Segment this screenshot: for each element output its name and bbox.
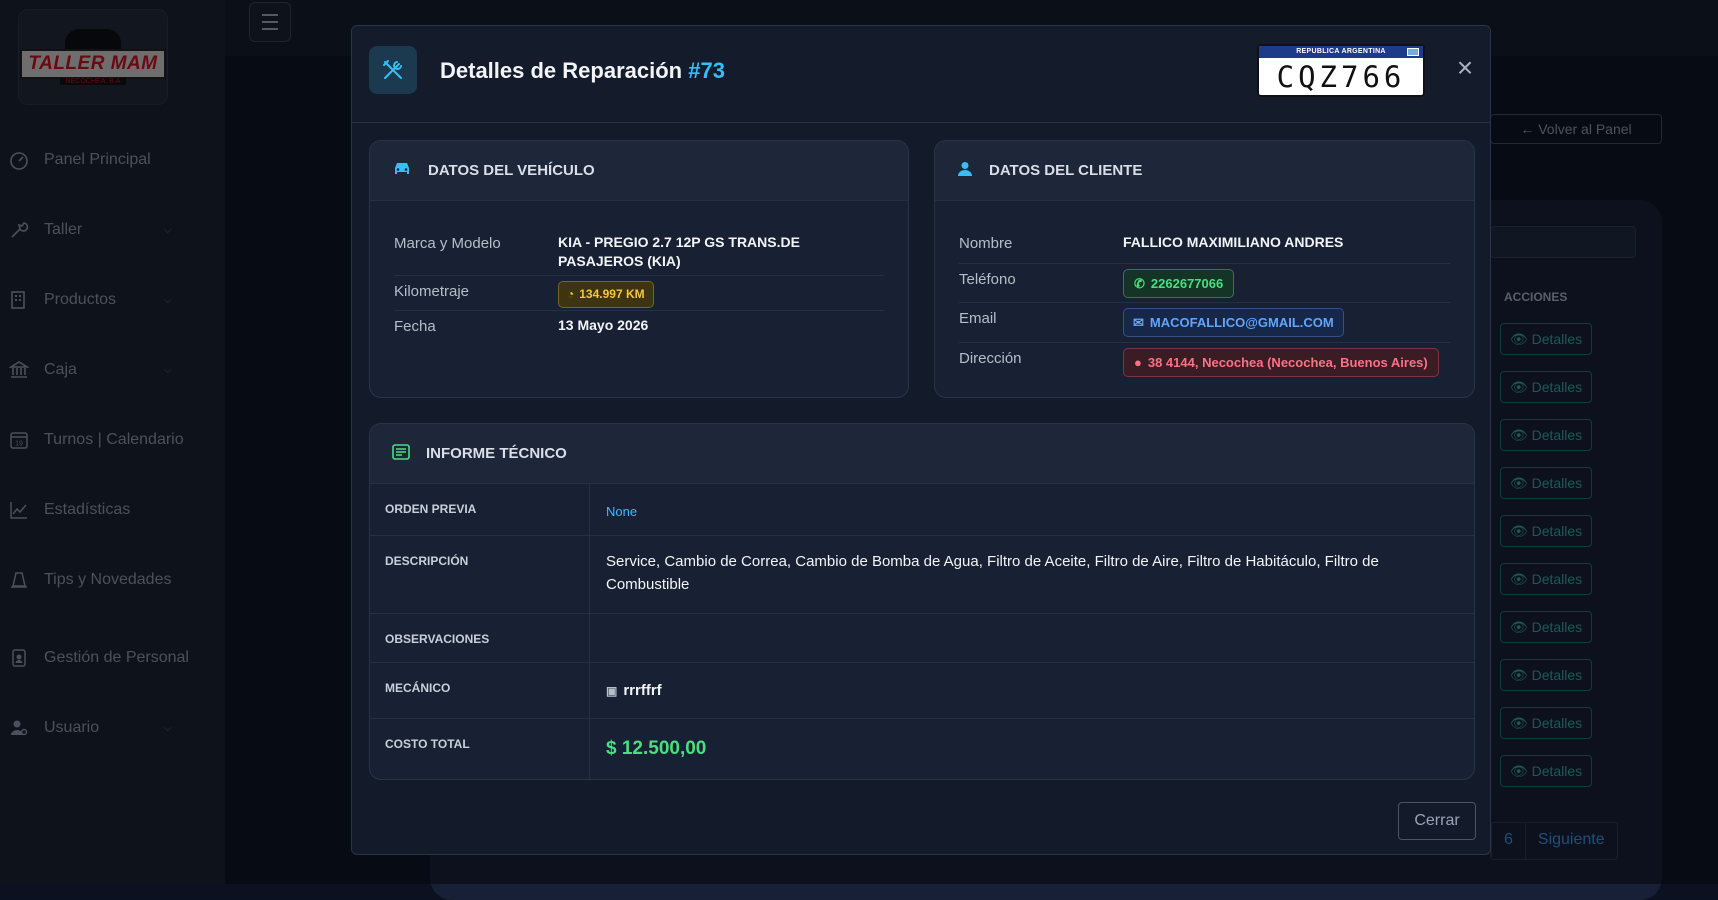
email-label: Email	[959, 304, 1123, 327]
table-row: ORDEN PREVIA None	[370, 484, 1474, 536]
plate-number: CQZ766	[1259, 58, 1423, 96]
whatsapp-icon: ✆	[1134, 274, 1145, 293]
brand-label: Marca y Modelo	[394, 229, 558, 252]
vehicle-card-header: DATOS DEL VEHÍCULO	[370, 141, 908, 201]
vehicle-card-title: DATOS DEL VEHÍCULO	[428, 162, 595, 179]
close-icon[interactable]: ×	[1452, 56, 1478, 82]
vehicle-card: DATOS DEL VEHÍCULO Marca y Modelo KIA - …	[369, 140, 909, 398]
envelope-icon: ✉	[1133, 313, 1144, 332]
report-icon	[392, 444, 410, 464]
date-row: Fecha 13 Mayo 2026	[394, 312, 884, 346]
technical-report-card: INFORME TÉCNICO ORDEN PREVIA None DESCRI…	[369, 423, 1475, 780]
license-plate: REPUBLICA ARGENTINA CQZ766	[1257, 44, 1425, 97]
km-badge: ◔134.997 KM	[558, 281, 654, 308]
observations-value	[590, 614, 1474, 662]
prev-order-value: None	[606, 504, 637, 519]
modal-header: Detalles de Reparación #73 REPUBLICA ARG…	[352, 26, 1490, 123]
modal-title-text: Detalles de Reparación	[440, 58, 682, 83]
map-pin-icon: ●	[1134, 353, 1142, 372]
name-label: Nombre	[959, 229, 1123, 252]
user-icon	[957, 161, 973, 181]
table-row: OBSERVACIONES	[370, 614, 1474, 663]
table-row: DESCRIPCIÓN Service, Cambio de Correa, C…	[370, 536, 1474, 614]
cost-label: COSTO TOTAL	[370, 719, 590, 780]
brand-row: Marca y Modelo KIA - PREGIO 2.7 12P GS T…	[394, 229, 884, 276]
address-link[interactable]: ●38 4144, Necochea (Necochea, Buenos Air…	[1123, 348, 1439, 377]
modal-title: Detalles de Reparación #73	[440, 58, 725, 84]
close-button[interactable]: Cerrar	[1398, 802, 1476, 840]
name-row: Nombre FALLICO MAXIMILIANO ANDRES	[959, 229, 1450, 264]
prev-order-label: ORDEN PREVIA	[370, 484, 590, 535]
phone-label: Teléfono	[959, 265, 1123, 288]
observations-label: OBSERVACIONES	[370, 614, 590, 662]
phone-row: Teléfono ✆2262677066	[959, 265, 1450, 303]
address-label: Dirección	[959, 344, 1123, 367]
client-card-header: DATOS DEL CLIENTE	[935, 141, 1474, 201]
id-card-icon: ▣	[606, 684, 617, 698]
brand-value: KIA - PREGIO 2.7 12P GS TRANS.DE PASAJER…	[558, 229, 884, 271]
address-row: Dirección ●38 4144, Necochea (Necochea, …	[959, 344, 1450, 382]
date-value: 13 Mayo 2026	[558, 312, 884, 335]
mechanic-label: MECÁNICO	[370, 663, 590, 718]
km-label: Kilometraje	[394, 277, 558, 300]
plate-country: REPUBLICA ARGENTINA	[1259, 46, 1423, 58]
email-row: Email ✉MACOFALLICO@GMAIL.COM	[959, 304, 1450, 343]
client-card-title: DATOS DEL CLIENTE	[989, 162, 1142, 179]
repair-details-modal: Detalles de Reparación #73 REPUBLICA ARG…	[351, 25, 1491, 855]
description-value: Service, Cambio de Correa, Cambio de Bom…	[590, 536, 1474, 613]
car-icon	[392, 161, 412, 181]
description-label: DESCRIPCIÓN	[370, 536, 590, 613]
email-link[interactable]: ✉MACOFALLICO@GMAIL.COM	[1123, 308, 1344, 337]
report-card-header: INFORME TÉCNICO	[370, 424, 1474, 484]
cost-value: $ 12.500,00	[606, 738, 706, 759]
repair-number: #73	[688, 58, 725, 83]
mechanic-value: ▣rrrffrf	[590, 663, 1474, 718]
report-card-title: INFORME TÉCNICO	[426, 445, 567, 462]
km-value: ◔134.997 KM	[558, 277, 884, 308]
client-card: DATOS DEL CLIENTE Nombre FALLICO MAXIMIL…	[934, 140, 1475, 398]
tools-icon	[369, 46, 417, 94]
whatsapp-link[interactable]: ✆2262677066	[1123, 269, 1234, 298]
speedometer-icon: ◔	[567, 285, 574, 304]
flag-icon	[1407, 48, 1419, 56]
km-row: Kilometraje ◔134.997 KM	[394, 277, 884, 311]
date-label: Fecha	[394, 312, 558, 335]
table-row: MECÁNICO ▣rrrffrf	[370, 663, 1474, 719]
table-row: COSTO TOTAL $ 12.500,00	[370, 719, 1474, 780]
name-value: FALLICO MAXIMILIANO ANDRES	[1123, 229, 1450, 252]
